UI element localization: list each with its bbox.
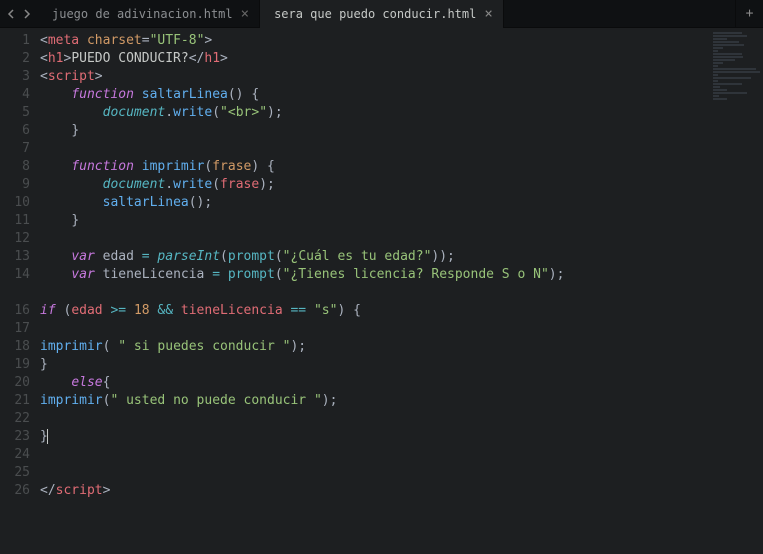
- code-line[interactable]: var edad = parseInt(prompt("¿Cuál es tu …: [40, 248, 763, 266]
- code-line[interactable]: imprimir( " si puedes conducir ");: [40, 338, 763, 356]
- close-icon[interactable]: ×: [241, 7, 249, 21]
- code-line[interactable]: [40, 464, 763, 482]
- code-line[interactable]: var tieneLicencia = prompt("¿Tienes lice…: [40, 266, 763, 284]
- tab-label: sera que puedo conducir.html: [274, 7, 476, 21]
- code-line[interactable]: document.write(frase);: [40, 176, 763, 194]
- code-line[interactable]: [40, 284, 763, 302]
- code-line[interactable]: else{: [40, 374, 763, 392]
- code-line[interactable]: <h1>PUEDO CONDUCIR?</h1>: [40, 50, 763, 68]
- code-line[interactable]: function saltarLinea() {: [40, 86, 763, 104]
- close-icon[interactable]: ×: [484, 7, 492, 21]
- minimap[interactable]: [713, 32, 761, 92]
- code-line[interactable]: }: [40, 212, 763, 230]
- tab-active[interactable]: sera que puedo conducir.html ×: [260, 0, 504, 28]
- editor: 1234567891011121314161718192021222324252…: [0, 28, 763, 554]
- code-line[interactable]: [40, 140, 763, 158]
- tab-label: juego de adivinacion.html: [52, 7, 233, 21]
- code-line[interactable]: [40, 230, 763, 248]
- line-number-gutter: 1234567891011121314161718192021222324252…: [0, 28, 40, 554]
- code-line[interactable]: saltarLinea();: [40, 194, 763, 212]
- code-line[interactable]: if (edad >= 18 && tieneLicencia == "s") …: [40, 302, 763, 320]
- code-line[interactable]: [40, 446, 763, 464]
- code-line[interactable]: </script>: [40, 482, 763, 500]
- code-area[interactable]: <meta charset="UTF-8"><h1>PUEDO CONDUCIR…: [40, 28, 763, 554]
- code-line[interactable]: [40, 410, 763, 428]
- code-line[interactable]: }: [40, 122, 763, 140]
- code-line[interactable]: imprimir(" usted no puede conducir ");: [40, 392, 763, 410]
- nav-back-icon[interactable]: [4, 7, 18, 21]
- tab-navigation: [0, 7, 38, 21]
- code-line[interactable]: }: [40, 356, 763, 374]
- code-line[interactable]: document.write("<br>");: [40, 104, 763, 122]
- code-line[interactable]: <script>: [40, 68, 763, 86]
- tab-bar: juego de adivinacion.html × sera que pue…: [0, 0, 763, 28]
- nav-forward-icon[interactable]: [20, 7, 34, 21]
- code-line[interactable]: function imprimir(frase) {: [40, 158, 763, 176]
- tab-inactive[interactable]: juego de adivinacion.html ×: [38, 0, 260, 28]
- code-line[interactable]: [40, 320, 763, 338]
- code-line[interactable]: }: [40, 428, 763, 446]
- add-tab-button[interactable]: +: [735, 0, 763, 28]
- code-line[interactable]: <meta charset="UTF-8">: [40, 32, 763, 50]
